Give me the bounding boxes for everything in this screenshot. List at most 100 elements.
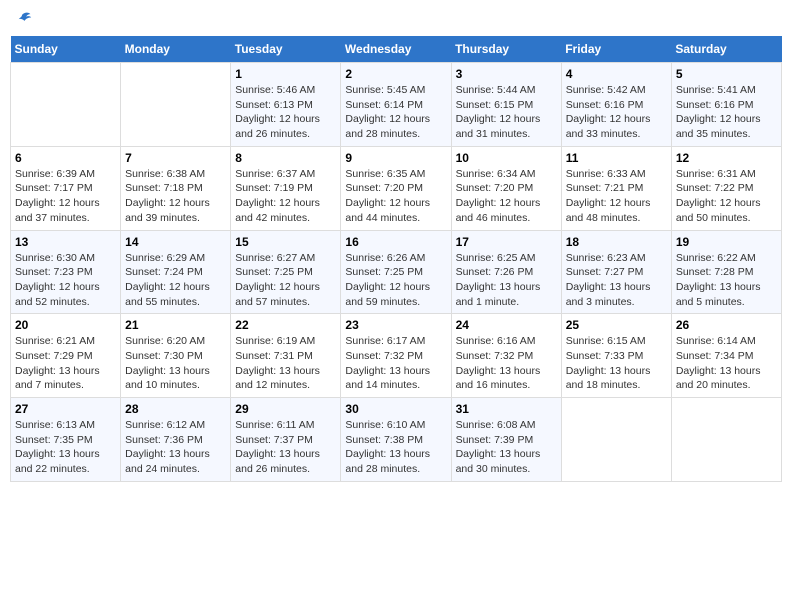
day-info: Sunrise: 6:12 AM Sunset: 7:36 PM Dayligh… <box>125 418 226 477</box>
day-number: 13 <box>15 235 116 249</box>
day-info: Sunrise: 6:16 AM Sunset: 7:32 PM Dayligh… <box>456 334 557 393</box>
day-number: 24 <box>456 318 557 332</box>
calendar-cell: 31 Sunrise: 6:08 AM Sunset: 7:39 PM Dayli… <box>451 398 561 482</box>
day-info: Sunrise: 6:33 AM Sunset: 7:21 PM Dayligh… <box>566 167 667 226</box>
day-number: 15 <box>235 235 336 249</box>
calendar-week-row: 6 Sunrise: 6:39 AM Sunset: 7:17 PM Daylig… <box>11 146 782 230</box>
calendar-cell: 10 Sunrise: 6:34 AM Sunset: 7:20 PM Dayli… <box>451 146 561 230</box>
day-info: Sunrise: 6:38 AM Sunset: 7:18 PM Dayligh… <box>125 167 226 226</box>
calendar-cell: 6 Sunrise: 6:39 AM Sunset: 7:17 PM Daylig… <box>11 146 121 230</box>
day-info: Sunrise: 6:20 AM Sunset: 7:30 PM Dayligh… <box>125 334 226 393</box>
day-info: Sunrise: 6:35 AM Sunset: 7:20 PM Dayligh… <box>345 167 446 226</box>
calendar-cell: 12Sunrise: 6:31 AM Sunset: 7:22 PM Dayli… <box>671 146 781 230</box>
calendar-cell: 29 Sunrise: 6:11 AM Sunset: 7:37 PM Dayli… <box>231 398 341 482</box>
day-number: 26 <box>676 318 777 332</box>
day-header-tuesday: Tuesday <box>231 36 341 63</box>
day-number: 10 <box>456 151 557 165</box>
day-info: Sunrise: 6:21 AM Sunset: 7:29 PM Dayligh… <box>15 334 116 393</box>
calendar-cell: 15 Sunrise: 6:27 AM Sunset: 7:25 PM Dayli… <box>231 230 341 314</box>
day-info: Sunrise: 6:17 AM Sunset: 7:32 PM Dayligh… <box>345 334 446 393</box>
day-info: Sunrise: 6:15 AM Sunset: 7:33 PM Dayligh… <box>566 334 667 393</box>
calendar-cell: 13Sunrise: 6:30 AM Sunset: 7:23 PM Dayli… <box>11 230 121 314</box>
day-number: 11 <box>566 151 667 165</box>
calendar-cell: 14 Sunrise: 6:29 AM Sunset: 7:24 PM Dayli… <box>121 230 231 314</box>
calendar-cell <box>121 63 231 147</box>
day-header-sunday: Sunday <box>11 36 121 63</box>
day-number: 19 <box>676 235 777 249</box>
calendar-week-row: 1 Sunrise: 5:46 AM Sunset: 6:13 PM Daylig… <box>11 63 782 147</box>
calendar-cell: 18 Sunrise: 6:23 AM Sunset: 7:27 PM Dayli… <box>561 230 671 314</box>
calendar-cell <box>561 398 671 482</box>
day-header-monday: Monday <box>121 36 231 63</box>
day-number: 25 <box>566 318 667 332</box>
day-number: 12 <box>676 151 777 165</box>
calendar-cell: 24 Sunrise: 6:16 AM Sunset: 7:32 PM Dayli… <box>451 314 561 398</box>
calendar-cell: 9Sunrise: 6:35 AM Sunset: 7:20 PM Daylig… <box>341 146 451 230</box>
day-number: 31 <box>456 402 557 416</box>
day-info: Sunrise: 6:25 AM Sunset: 7:26 PM Dayligh… <box>456 251 557 310</box>
day-number: 4 <box>566 67 667 81</box>
day-info: Sunrise: 5:44 AM Sunset: 6:15 PM Dayligh… <box>456 83 557 142</box>
day-number: 23 <box>345 318 446 332</box>
calendar-cell: 22Sunrise: 6:19 AM Sunset: 7:31 PM Dayli… <box>231 314 341 398</box>
calendar-cell: 8 Sunrise: 6:37 AM Sunset: 7:19 PM Daylig… <box>231 146 341 230</box>
day-number: 2 <box>345 67 446 81</box>
day-number: 20 <box>15 318 116 332</box>
calendar-cell <box>11 63 121 147</box>
calendar-cell: 27 Sunrise: 6:13 AM Sunset: 7:35 PM Dayli… <box>11 398 121 482</box>
day-info: Sunrise: 6:39 AM Sunset: 7:17 PM Dayligh… <box>15 167 116 226</box>
calendar-week-row: 13Sunrise: 6:30 AM Sunset: 7:23 PM Dayli… <box>11 230 782 314</box>
header <box>10 10 782 30</box>
calendar-table: SundayMondayTuesdayWednesdayThursdayFrid… <box>10 36 782 482</box>
day-header-saturday: Saturday <box>671 36 781 63</box>
day-number: 5 <box>676 67 777 81</box>
calendar-cell: 25 Sunrise: 6:15 AM Sunset: 7:33 PM Dayli… <box>561 314 671 398</box>
day-info: Sunrise: 6:27 AM Sunset: 7:25 PM Dayligh… <box>235 251 336 310</box>
logo-bird-icon <box>12 10 32 30</box>
day-number: 6 <box>15 151 116 165</box>
day-number: 1 <box>235 67 336 81</box>
day-number: 18 <box>566 235 667 249</box>
day-header-wednesday: Wednesday <box>341 36 451 63</box>
day-info: Sunrise: 6:37 AM Sunset: 7:19 PM Dayligh… <box>235 167 336 226</box>
day-number: 21 <box>125 318 226 332</box>
calendar-cell: 2 Sunrise: 5:45 AM Sunset: 6:14 PM Daylig… <box>341 63 451 147</box>
day-number: 3 <box>456 67 557 81</box>
calendar-cell: 16 Sunrise: 6:26 AM Sunset: 7:25 PM Dayli… <box>341 230 451 314</box>
day-number: 28 <box>125 402 226 416</box>
calendar-header-row: SundayMondayTuesdayWednesdayThursdayFrid… <box>11 36 782 63</box>
day-number: 17 <box>456 235 557 249</box>
calendar-cell: 21 Sunrise: 6:20 AM Sunset: 7:30 PM Dayli… <box>121 314 231 398</box>
calendar-cell: 28 Sunrise: 6:12 AM Sunset: 7:36 PM Dayli… <box>121 398 231 482</box>
calendar-cell: 4Sunrise: 5:42 AM Sunset: 6:16 PM Daylig… <box>561 63 671 147</box>
day-info: Sunrise: 6:11 AM Sunset: 7:37 PM Dayligh… <box>235 418 336 477</box>
calendar-week-row: 27 Sunrise: 6:13 AM Sunset: 7:35 PM Dayli… <box>11 398 782 482</box>
day-number: 8 <box>235 151 336 165</box>
day-info: Sunrise: 6:23 AM Sunset: 7:27 PM Dayligh… <box>566 251 667 310</box>
day-number: 16 <box>345 235 446 249</box>
calendar-cell: 11 Sunrise: 6:33 AM Sunset: 7:21 PM Dayli… <box>561 146 671 230</box>
day-info: Sunrise: 6:29 AM Sunset: 7:24 PM Dayligh… <box>125 251 226 310</box>
day-header-thursday: Thursday <box>451 36 561 63</box>
day-number: 7 <box>125 151 226 165</box>
day-info: Sunrise: 5:45 AM Sunset: 6:14 PM Dayligh… <box>345 83 446 142</box>
calendar-cell: 3 Sunrise: 5:44 AM Sunset: 6:15 PM Daylig… <box>451 63 561 147</box>
calendar-cell <box>671 398 781 482</box>
calendar-cell: 7 Sunrise: 6:38 AM Sunset: 7:18 PM Daylig… <box>121 146 231 230</box>
day-info: Sunrise: 6:13 AM Sunset: 7:35 PM Dayligh… <box>15 418 116 477</box>
day-info: Sunrise: 5:46 AM Sunset: 6:13 PM Dayligh… <box>235 83 336 142</box>
calendar-cell: 19Sunrise: 6:22 AM Sunset: 7:28 PM Dayli… <box>671 230 781 314</box>
day-number: 29 <box>235 402 336 416</box>
day-number: 30 <box>345 402 446 416</box>
day-number: 14 <box>125 235 226 249</box>
calendar-cell: 30 Sunrise: 6:10 AM Sunset: 7:38 PM Dayli… <box>341 398 451 482</box>
day-info: Sunrise: 6:19 AM Sunset: 7:31 PM Dayligh… <box>235 334 336 393</box>
calendar-cell: 20 Sunrise: 6:21 AM Sunset: 7:29 PM Dayli… <box>11 314 121 398</box>
day-info: Sunrise: 6:34 AM Sunset: 7:20 PM Dayligh… <box>456 167 557 226</box>
day-info: Sunrise: 6:10 AM Sunset: 7:38 PM Dayligh… <box>345 418 446 477</box>
day-info: Sunrise: 6:26 AM Sunset: 7:25 PM Dayligh… <box>345 251 446 310</box>
day-info: Sunrise: 6:08 AM Sunset: 7:39 PM Dayligh… <box>456 418 557 477</box>
calendar-week-row: 20 Sunrise: 6:21 AM Sunset: 7:29 PM Dayli… <box>11 314 782 398</box>
day-number: 27 <box>15 402 116 416</box>
day-info: Sunrise: 6:14 AM Sunset: 7:34 PM Dayligh… <box>676 334 777 393</box>
